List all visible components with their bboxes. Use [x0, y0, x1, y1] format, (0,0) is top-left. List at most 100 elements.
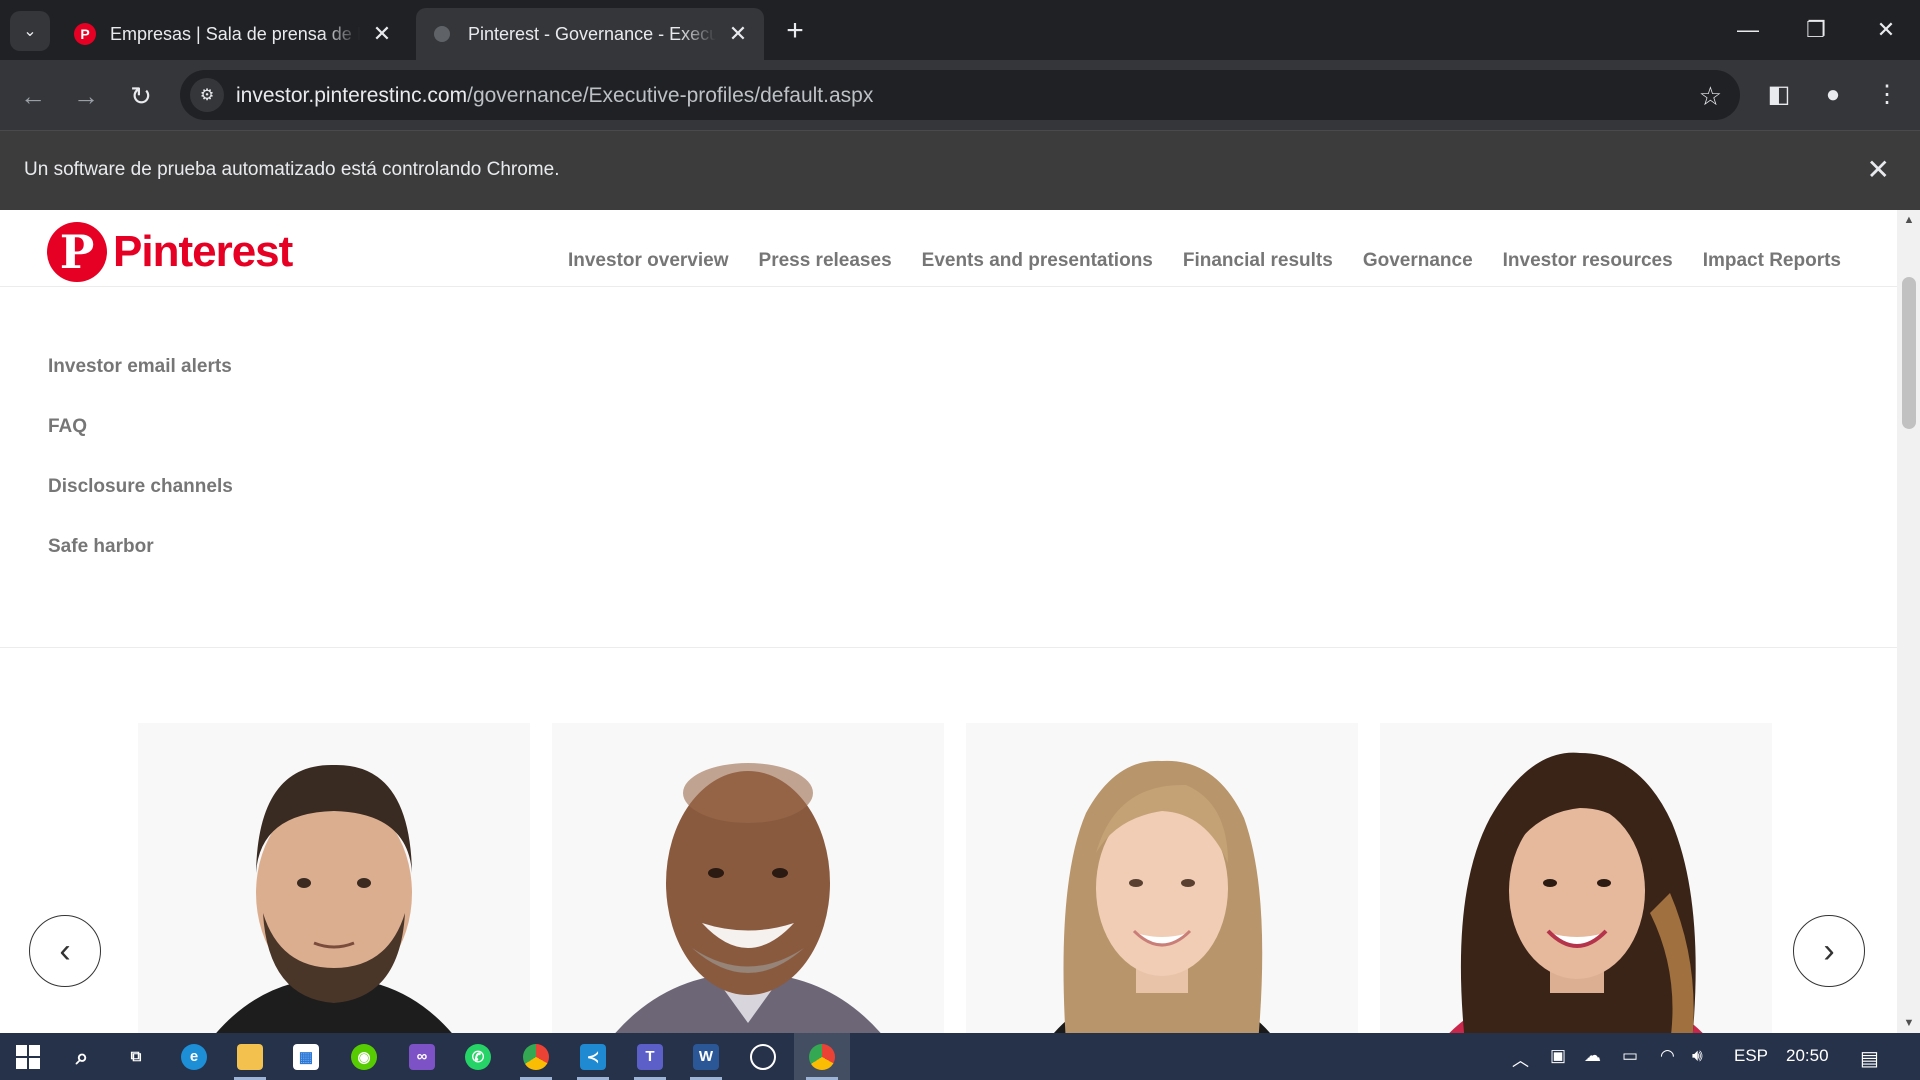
onedrive-warning-icon[interactable]: ☁	[1584, 1046, 1601, 1066]
close-icon[interactable]: ✕	[370, 21, 394, 47]
edge-app[interactable]: e	[166, 1033, 222, 1080]
store-app[interactable]: ▦	[278, 1033, 334, 1080]
close-icon[interactable]: ✕	[1867, 153, 1890, 186]
browser-toolbar: ← → ↻ ⚙ investor.pinterestinc.com/govern…	[0, 60, 1920, 130]
nav-press-releases[interactable]: Press releases	[759, 250, 892, 272]
close-window-button[interactable]: ✕	[1852, 0, 1920, 60]
scroll-down-arrow-icon[interactable]: ▼	[1902, 1017, 1916, 1029]
nav-financial-results[interactable]: Financial results	[1183, 250, 1333, 272]
meet-now-icon[interactable]: ▣	[1550, 1046, 1566, 1066]
teams-icon: T	[637, 1043, 663, 1070]
volume-icon[interactable]: 🔊︎	[1692, 1046, 1703, 1066]
task-view-button[interactable]: ⧉	[108, 1033, 164, 1080]
search-button[interactable]: ⌕	[54, 1033, 110, 1080]
visual-studio-app[interactable]: ∞	[394, 1033, 450, 1080]
wifi-icon[interactable]: ◠	[1660, 1046, 1675, 1066]
back-button[interactable]: ←	[15, 78, 51, 114]
duolingo-app[interactable]: ◉	[336, 1033, 392, 1080]
subnav-safe-harbor[interactable]: Safe harbor	[48, 536, 233, 596]
tab-governance[interactable]: Pinterest - Governance - Execu ✕	[416, 8, 764, 60]
nav-investor-resources[interactable]: Investor resources	[1503, 250, 1673, 272]
clock[interactable]: 20:50	[1786, 1046, 1829, 1066]
menu-kebab-icon[interactable]: ⋮	[1872, 80, 1902, 110]
profile-icon[interactable]: ●	[1818, 80, 1848, 110]
executive-card[interactable]	[966, 723, 1358, 1033]
executive-card[interactable]	[138, 723, 530, 1033]
folder-icon	[237, 1043, 263, 1070]
automation-infobar: Un software de prueba automatizado está …	[0, 130, 1920, 210]
tab-search-button[interactable]: ⌄	[10, 11, 50, 51]
whatsapp-app[interactable]: ✆	[450, 1033, 506, 1080]
subnav-disclosure-channels[interactable]: Disclosure channels	[48, 476, 233, 536]
close-icon[interactable]: ✕	[726, 21, 750, 47]
obs-app[interactable]	[735, 1033, 791, 1080]
bookmark-star-icon[interactable]: ☆	[1699, 81, 1722, 112]
chrome-automated-app[interactable]	[794, 1033, 850, 1080]
scrollbar-thumb[interactable]	[1902, 277, 1916, 429]
notifications-icon[interactable]: ▤	[1860, 1046, 1879, 1071]
file-explorer-app[interactable]	[222, 1033, 278, 1080]
chevron-left-icon: ‹	[59, 931, 71, 970]
carousel-prev-button[interactable]: ‹	[29, 915, 101, 987]
reload-button[interactable]: ↻	[123, 78, 159, 114]
executive-card[interactable]	[1380, 723, 1772, 1033]
investor-resources-submenu: Investor email alerts FAQ Disclosure cha…	[48, 356, 233, 596]
store-icon: ▦	[293, 1043, 319, 1070]
teams-app[interactable]: T	[622, 1033, 678, 1080]
globe-icon	[434, 26, 450, 42]
portrait-man-beard	[216, 764, 452, 1033]
windows-logo-icon	[16, 1044, 40, 1069]
pinterest-favicon-icon: P	[74, 23, 96, 45]
whatsapp-icon: ✆	[465, 1043, 491, 1070]
start-button[interactable]	[0, 1033, 56, 1080]
vscode-icon: ≺	[580, 1043, 606, 1070]
page-scrollbar[interactable]: ▲ ▼	[1897, 210, 1920, 1033]
tab-empresas[interactable]: P Empresas | Sala de prensa de P ✕	[60, 8, 408, 60]
page-viewport: P Pinterest Investor overview Press rele…	[0, 210, 1897, 1033]
carousel-next-button[interactable]: ›	[1793, 915, 1865, 987]
duolingo-owl-icon: ◉	[351, 1043, 377, 1070]
scroll-up-arrow-icon[interactable]: ▲	[1902, 214, 1916, 226]
url-text[interactable]: investor.pinterestinc.com/governance/Exe…	[236, 84, 873, 108]
portrait-man-bald	[615, 763, 881, 1033]
section-divider	[0, 647, 1897, 648]
subnav-faq[interactable]: FAQ	[48, 416, 233, 476]
nav-investor-overview[interactable]: Investor overview	[568, 250, 729, 272]
windows-taskbar: ⌕ ⧉ e ▦ ◉ ∞ ✆ ≺ T W ︿ ▣ ☁ ▭ ◠ 🔊︎ ESP 20:…	[0, 1033, 1920, 1080]
site-header: P Pinterest Investor overview Press rele…	[0, 210, 1897, 287]
chrome-app[interactable]	[508, 1033, 564, 1080]
url-path: /governance/Executive-profiles/default.a…	[467, 84, 874, 107]
word-icon: W	[693, 1043, 719, 1070]
edge-icon: e	[181, 1043, 207, 1070]
battery-icon[interactable]: ▭	[1622, 1046, 1638, 1066]
subnav-email-alerts[interactable]: Investor email alerts	[48, 356, 233, 416]
forward-button[interactable]: →	[68, 78, 104, 114]
tab-title: Empresas | Sala de prensa de P	[110, 23, 360, 44]
new-tab-button[interactable]: +	[780, 14, 810, 48]
obs-icon	[750, 1043, 776, 1070]
pinterest-logo[interactable]: P Pinterest	[47, 222, 293, 282]
chevron-down-icon: ⌄	[23, 23, 37, 40]
address-bar[interactable]: ⚙ investor.pinterestinc.com/governance/E…	[180, 70, 1740, 120]
side-panel-icon[interactable]: ◧	[1764, 80, 1794, 110]
language-indicator[interactable]: ESP	[1734, 1046, 1768, 1066]
word-app[interactable]: W	[678, 1033, 734, 1080]
task-view-icon: ⧉	[130, 1048, 142, 1065]
site-info-icon[interactable]: ⚙	[190, 78, 224, 112]
chrome-icon	[809, 1043, 835, 1070]
restore-button[interactable]: ❐	[1782, 0, 1850, 60]
portrait-woman-dark-hair	[1449, 752, 1703, 1033]
nav-impact-reports[interactable]: Impact Reports	[1703, 250, 1841, 272]
tray-overflow-chevron-icon[interactable]: ︿	[1512, 1046, 1529, 1071]
pinterest-p-icon: P	[47, 222, 107, 282]
infobar-message: Un software de prueba automatizado está …	[24, 159, 560, 180]
url-host: investor.pinterestinc.com	[236, 84, 468, 107]
visual-studio-icon: ∞	[409, 1043, 435, 1070]
minimize-button[interactable]: —	[1714, 0, 1782, 60]
executive-card[interactable]	[552, 723, 944, 1033]
vscode-app[interactable]: ≺	[565, 1033, 621, 1080]
nav-governance[interactable]: Governance	[1363, 250, 1473, 272]
chrome-icon	[523, 1043, 549, 1070]
tab-strip: ⌄ P Empresas | Sala de prensa de P ✕ Pin…	[0, 0, 1920, 60]
nav-events-presentations[interactable]: Events and presentations	[922, 250, 1153, 272]
